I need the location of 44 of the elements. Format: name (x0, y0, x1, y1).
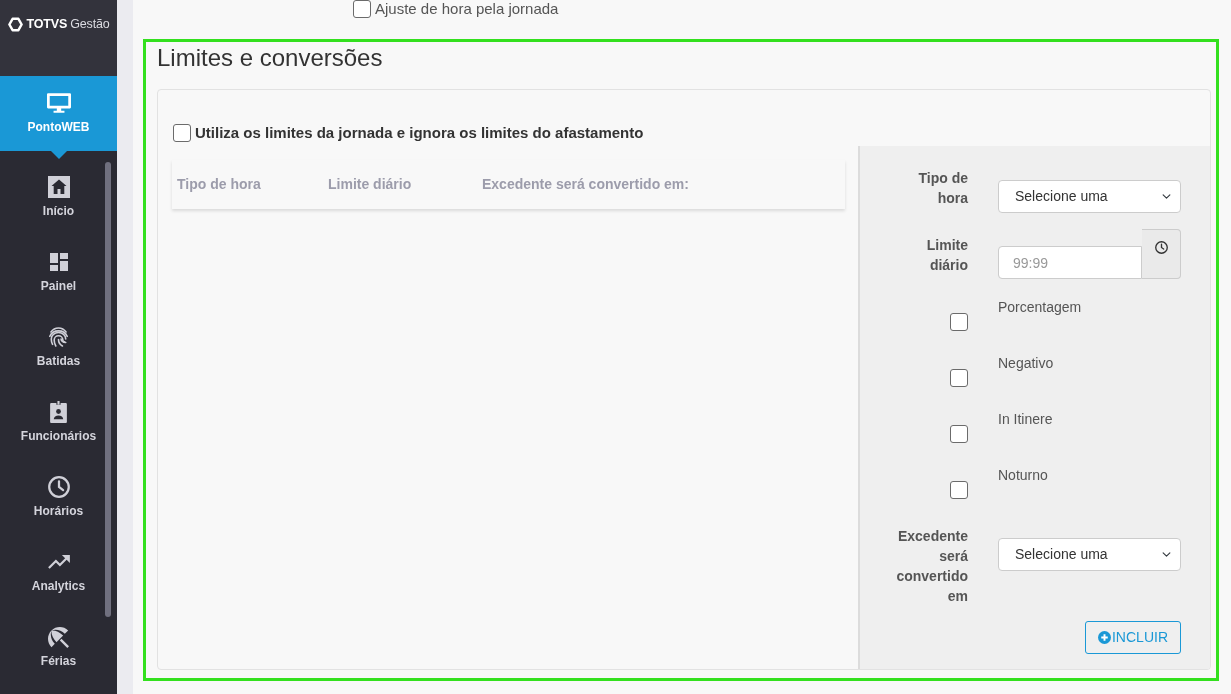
brand-name: TOTVS Gestão (26, 15, 110, 33)
checkbox-label: In Itinere (998, 411, 1053, 427)
checkbox[interactable] (950, 481, 968, 499)
fingerprint-icon (49, 327, 68, 347)
beach-umbrella-icon (48, 626, 69, 648)
home-icon (47, 176, 70, 198)
sidebar-item[interactable]: Painel (0, 235, 117, 310)
select-field[interactable]: Selecione uma (998, 180, 1181, 213)
section-title: Limites e conversões (157, 43, 384, 72)
trending-up-icon (47, 555, 70, 569)
checkbox-label: Negativo (998, 355, 1054, 371)
time-input[interactable]: 99:99 (998, 246, 1142, 279)
sidebar-item[interactable]: Horários (0, 460, 117, 535)
column-header: Limite diário (323, 160, 477, 209)
id-badge-icon (50, 401, 67, 423)
sidebar-item[interactable]: Batidas (0, 310, 117, 385)
checkbox[interactable] (950, 369, 968, 387)
checkbox-label: Ajuste de hora pela jornada (375, 0, 559, 17)
checkbox[interactable] (173, 124, 191, 142)
column-header: Tipo de hora (172, 160, 323, 209)
sidebar-item[interactable]: Analytics (0, 535, 117, 610)
pointer-icon (50, 151, 67, 159)
monitor-icon (46, 93, 71, 113)
sidebar-item[interactable]: Início (0, 160, 117, 235)
field-label: Limite diário (925, 236, 968, 275)
sidebar-item[interactable]: Funcionários (0, 385, 117, 460)
dashboard-icon (49, 253, 68, 271)
checkbox-label: Utiliza os limites da jornada e ignora os limites do afastamento (195, 123, 644, 143)
checkbox[interactable] (950, 425, 968, 443)
plus-circle-icon (1098, 631, 1111, 644)
checkbox-label: Porcentagem (998, 299, 1082, 315)
checkbox[interactable] (353, 0, 371, 18)
scrollbar[interactable] (105, 162, 111, 617)
select-field[interactable]: Selecione uma (998, 538, 1181, 571)
clock-icon (1154, 240, 1168, 254)
clock-icon (47, 476, 70, 498)
sidebar-item[interactable]: Férias (0, 610, 117, 685)
logo-icon (7, 16, 23, 32)
checkbox[interactable] (950, 313, 968, 331)
column-header: Excedente será convertido em: (477, 160, 845, 209)
clock-button[interactable] (1142, 229, 1181, 279)
field-label: Excedente será convertido em (895, 527, 968, 606)
checkbox-label: Noturno (998, 467, 1048, 483)
field-label: Tipo de hora (917, 169, 968, 208)
